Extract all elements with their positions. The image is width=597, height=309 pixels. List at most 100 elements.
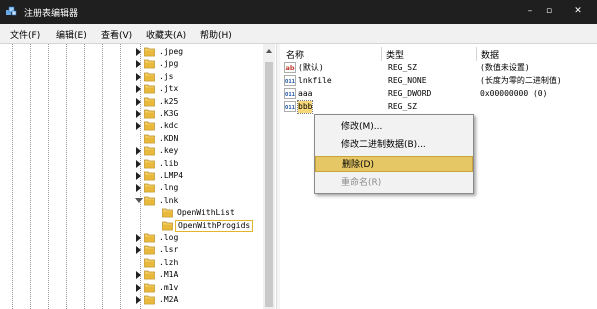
svg-text:011: 011: [285, 92, 295, 98]
window-title: 注册表编辑器: [24, 9, 79, 19]
context-modify[interactable]: 修改(M)...: [315, 119, 473, 135]
folder-icon: [144, 97, 155, 106]
folder-icon: [162, 221, 173, 230]
value-data: (数值未设置): [480, 63, 530, 72]
value-type: REG_DWORD: [388, 89, 432, 98]
folder-icon: [144, 109, 155, 119]
menu-help[interactable]: 帮助(H): [200, 28, 232, 41]
collapsed-arrow-icon[interactable]: [136, 110, 141, 118]
tree-guide-line: [48, 44, 49, 309]
tree-scrollbar[interactable]: [263, 44, 275, 309]
folder-icon: [144, 159, 155, 168]
context-rename[interactable]: 重命名(R): [315, 175, 473, 191]
folder-icon: [144, 258, 155, 268]
column-header-name[interactable]: 名称: [286, 48, 304, 61]
tree-node-label: .lsr: [159, 245, 179, 255]
collapsed-arrow-icon[interactable]: [136, 147, 141, 156]
value-row[interactable]: ab (默认) REG_SZ (数值未设置): [284, 62, 594, 75]
folder-icon: [144, 47, 155, 57]
collapsed-arrow-icon[interactable]: [136, 159, 141, 168]
binary-value-icon: 011: [284, 75, 296, 86]
string-value-icon: ab: [284, 62, 296, 73]
folder-icon: [144, 233, 155, 243]
folder-icon: [144, 270, 155, 280]
context-modify-binary[interactable]: 修改二进制数据(B)...: [315, 137, 473, 153]
collapsed-arrow-icon[interactable]: [136, 234, 141, 242]
tree-node-label: .KDN: [159, 133, 179, 143]
menu-file[interactable]: 文件(F): [10, 28, 40, 41]
svg-text:ab: ab: [285, 64, 294, 72]
value-name: lnkfile: [298, 76, 332, 85]
minimize-button[interactable]: –: [522, 4, 538, 18]
tree-node-label: .lib: [159, 158, 179, 168]
tree-node-label: .log: [159, 233, 179, 242]
value-row[interactable]: 011 bbb REG_SZ: [284, 100, 594, 114]
tree-guide-line: [12, 44, 13, 309]
value-row[interactable]: 011 aaa REG_DWORD 0x00000000 (0): [284, 88, 594, 101]
tree-guide-line: [102, 44, 103, 309]
tree-node-label: .m1v: [159, 282, 179, 292]
collapsed-arrow-icon[interactable]: [136, 246, 141, 255]
tree-node-label: .k25: [159, 96, 179, 106]
value-row[interactable]: 011 lnkfile REG_NONE (长度为零的二进制值): [284, 75, 594, 88]
tree-node-label: .LMP4: [159, 171, 184, 180]
folder-icon: [144, 60, 155, 69]
tree-node-label: OpenWithList: [177, 208, 235, 218]
column-header-type[interactable]: 类型: [386, 48, 404, 61]
tree-node-label: .jtx: [159, 84, 179, 94]
collapsed-arrow-icon[interactable]: [136, 172, 141, 180]
tree-node-label: .key: [159, 146, 179, 156]
column-header-data[interactable]: 数据: [481, 48, 499, 61]
close-button[interactable]: ✕: [570, 4, 586, 18]
tree-node-label: .kdc: [159, 121, 179, 131]
tree-node-label: .lng: [159, 183, 179, 193]
collapsed-arrow-icon[interactable]: [136, 60, 141, 69]
value-type: REG_SZ: [388, 102, 417, 111]
tree-node-label: .lzh: [159, 257, 179, 267]
tree-guide-line: [66, 44, 67, 309]
folder-icon: [144, 72, 155, 82]
value-data: 0x00000000 (0): [480, 89, 548, 98]
tree-node-label: .lnk: [159, 195, 179, 205]
registry-tree[interactable]: .jpeg .jpg .js .jtx .k25 .K3G .kdc .KDN .key .lib…: [0, 44, 276, 309]
context-menu: 修改(M)... 修改二进制数据(B)... 删除(D) 重命名(R): [314, 114, 474, 194]
menu-favorites[interactable]: 收藏夹(A): [146, 28, 186, 41]
folder-icon: [144, 146, 155, 156]
value-name: bbb: [296, 100, 314, 114]
collapsed-arrow-icon[interactable]: [136, 97, 141, 106]
folder-open-icon: [144, 196, 155, 206]
scrollbar-thumb[interactable]: [265, 62, 273, 307]
maximize-button[interactable]: ▫: [541, 4, 557, 18]
folder-icon: [144, 283, 155, 292]
tree-node-label: .jpeg: [159, 47, 184, 56]
folder-icon: [144, 295, 155, 305]
collapsed-arrow-icon[interactable]: [136, 85, 141, 94]
menu-edit[interactable]: 编辑(E): [56, 28, 87, 41]
scroll-up-arrow-icon[interactable]: [266, 49, 272, 53]
collapsed-arrow-icon[interactable]: [136, 296, 141, 304]
svg-text:011: 011: [285, 105, 295, 111]
folder-icon: [144, 171, 155, 181]
collapsed-arrow-icon[interactable]: [136, 48, 141, 56]
menu-bar: 文件(F) 编辑(E) 查看(V) 收藏夹(A) 帮助(H): [0, 24, 597, 44]
tree-node-label: .M2A: [159, 295, 179, 304]
binary-value-icon: 011: [284, 88, 296, 99]
tree-guide-line: [84, 44, 85, 309]
collapsed-arrow-icon[interactable]: [136, 122, 141, 131]
value-type: REG_NONE: [388, 76, 427, 85]
tree-node-label: OpenWithProgids: [175, 219, 254, 232]
collapsed-arrow-icon[interactable]: [136, 184, 141, 193]
expanded-arrow-icon[interactable]: [135, 197, 143, 203]
value-data: (长度为零的二进制值): [480, 76, 562, 85]
binary-value-icon: 011: [284, 101, 296, 112]
collapsed-arrow-icon[interactable]: [136, 72, 141, 81]
regedit-app-icon: [6, 6, 17, 16]
menu-view[interactable]: 查看(V): [101, 28, 132, 41]
column-divider[interactable]: [381, 47, 382, 61]
collapsed-arrow-icon[interactable]: [136, 283, 141, 292]
context-delete[interactable]: 删除(D): [315, 156, 473, 172]
folder-icon: [144, 184, 155, 193]
folder-icon: [144, 246, 155, 255]
collapsed-arrow-icon[interactable]: [136, 271, 141, 280]
column-divider[interactable]: [476, 47, 477, 61]
